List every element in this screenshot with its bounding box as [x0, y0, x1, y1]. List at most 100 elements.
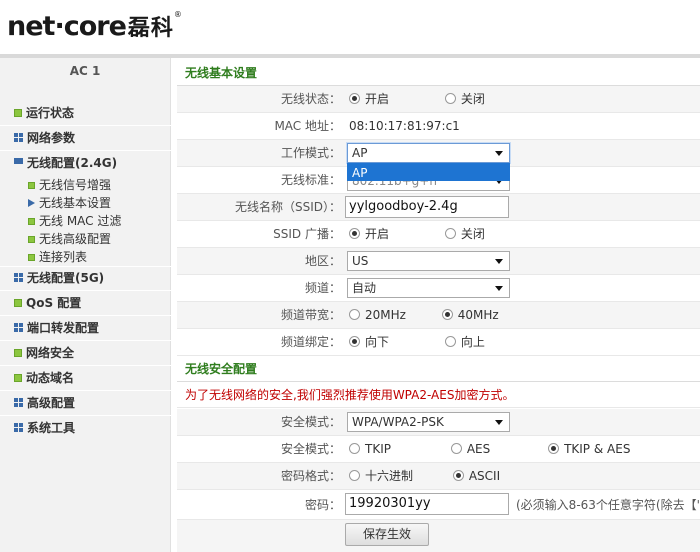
sidebar-item-label: 动态域名: [26, 371, 75, 385]
radio-aes[interactable]: AES: [450, 436, 491, 462]
subitem-label: 无线高级配置: [39, 232, 112, 246]
region-select[interactable]: US: [347, 251, 510, 271]
sidebar-subitem-mac-filter[interactable]: 无线 MAC 过滤: [28, 212, 121, 230]
password-hint: (必须输入8-63个任意字符(除去【'': [516, 498, 700, 512]
password-input[interactable]: 19920301yy: [345, 493, 509, 515]
radio-tkip[interactable]: TKIP: [349, 436, 391, 462]
security-mode-select[interactable]: WPA/WPA2-PSK: [347, 412, 510, 432]
channel-select[interactable]: 自动: [347, 278, 510, 298]
save-button[interactable]: 保存生效: [345, 523, 429, 546]
radio-broadcast-on[interactable]: 开启: [349, 221, 389, 247]
list-icon: [14, 161, 23, 164]
sidebar-item-advanced[interactable]: 高级配置: [0, 391, 171, 415]
option-label: AES: [466, 442, 491, 456]
row-wireless-status: 无线状态： 开启 关闭: [177, 86, 700, 113]
radio-broadcast-off[interactable]: 关闭: [444, 221, 485, 247]
work-mode-option-ap[interactable]: AP: [347, 163, 510, 181]
sidebar-item-wireless-24g[interactable]: 无线配置(2.4G): [0, 151, 171, 175]
option-label: 关闭: [460, 227, 485, 241]
work-mode-select[interactable]: AP: [347, 143, 510, 163]
grid-icon: [14, 133, 23, 142]
row-bandwidth: 频道带宽： 20MHz 40MHz: [177, 302, 700, 329]
radio-hex[interactable]: 十六进制: [349, 463, 413, 489]
sidebar-item-label: 运行状态: [26, 106, 75, 120]
value: 20MHz 40MHz: [349, 302, 499, 328]
label: 地区：: [304, 254, 341, 268]
chevron-down-icon: [495, 259, 503, 264]
sidebar-item-label: 网络参数: [27, 131, 76, 145]
sidebar-item-label: 高级配置: [27, 396, 76, 410]
sidebar-subitem-connections[interactable]: 连接列表: [28, 248, 87, 266]
radio-checked-icon: [349, 93, 360, 104]
row-cipher: 安全模式： TKIP AES TKIP & AES: [177, 436, 700, 463]
row-mac: MAC 地址： 08:10:17:81:97:c1: [177, 113, 700, 140]
sidebar-item-ddns[interactable]: 动态域名: [0, 366, 171, 390]
sidebar-item-tools[interactable]: 系统工具: [0, 416, 171, 440]
row-region: 地区： US: [177, 248, 700, 275]
label: 无线标准：: [280, 173, 341, 187]
sidebar-item-qos[interactable]: QoS 配置: [0, 291, 171, 315]
green-square-icon: [14, 349, 22, 357]
logo-cn-text: 磊科: [127, 16, 174, 41]
label: 频道绑定：: [280, 335, 341, 349]
radio-bind-down[interactable]: 向下: [349, 329, 389, 355]
mac-address: 08:10:17:81:97:c1: [349, 119, 460, 133]
label: 频道：: [304, 281, 341, 295]
sidebar-item-wireless-5g[interactable]: 无线配置(5G): [0, 266, 171, 290]
radio-checked-icon: [349, 336, 360, 347]
sidebar-item-network[interactable]: 网络参数: [0, 126, 171, 150]
radio-bw-40[interactable]: 40MHz: [441, 302, 499, 328]
sidebar-subitem-basic[interactable]: 无线基本设置: [28, 194, 111, 212]
header: net·core磊科®: [0, 0, 700, 54]
sidebar-subitem-advanced[interactable]: 无线高级配置: [28, 230, 111, 248]
row-security-mode: 安全模式： WPA/WPA2-PSK: [177, 409, 700, 436]
button-bar: 保存生效: [177, 520, 700, 552]
radio-tkip-aes[interactable]: TKIP & AES: [548, 436, 630, 462]
sidebar-item-status[interactable]: 运行状态: [0, 101, 171, 125]
radio-unchecked-icon: [444, 93, 456, 104]
row-password: 密码： 19920301yy (必须输入8-63个任意字符(除去【'': [177, 490, 700, 520]
radio-on[interactable]: 开启: [349, 86, 389, 112]
subitem-label: 连接列表: [39, 250, 88, 264]
logo-text: net·core: [7, 11, 127, 42]
label: 工作模式：: [280, 146, 341, 160]
sidebar-subitem-signal[interactable]: 无线信号增强: [28, 176, 111, 194]
option-label: 十六进制: [365, 469, 414, 483]
sidebar-item-label: 网络安全: [26, 346, 75, 360]
green-square-icon: [28, 218, 35, 225]
option-label: 20MHz: [365, 308, 406, 322]
value: 向下 向上: [349, 329, 485, 355]
option-label: TKIP & AES: [564, 442, 631, 456]
green-square-icon: [28, 254, 35, 261]
radio-unchecked-icon: [349, 470, 360, 481]
sidebar-item-security[interactable]: 网络安全: [0, 341, 171, 365]
chevron-down-icon: [495, 151, 503, 156]
sidebar-item-label: 无线配置(5G): [27, 271, 105, 285]
label: 安全模式：: [280, 415, 341, 429]
row-channel-bind: 频道绑定： 向下 向上: [177, 329, 700, 356]
subitem-label: 无线基本设置: [39, 196, 112, 210]
sidebar-item-label: QoS 配置: [26, 296, 82, 310]
grid-icon: [14, 398, 23, 407]
sidebar-item-port-forward[interactable]: 端口转发配置: [0, 316, 171, 340]
green-square-icon: [28, 182, 35, 189]
label: 密码格式：: [280, 469, 341, 483]
section-title-security: 无线安全配置: [177, 356, 700, 382]
radio-unchecked-icon: [444, 336, 456, 347]
sidebar: AC 1 运行状态 网络参数 无线配置(2.4G) 无线信号增强 无线基本设置 …: [0, 58, 171, 552]
radio-bind-up[interactable]: 向上: [444, 329, 485, 355]
radio-ascii[interactable]: ASCII: [452, 463, 500, 489]
label: SSID 广播：: [273, 227, 341, 241]
ssid-input[interactable]: yylgoodboy-2.4g: [345, 196, 509, 218]
option-label: TKIP: [365, 442, 391, 456]
arrow-right-icon: [28, 199, 35, 207]
section-title-basic: 无线基本设置: [177, 60, 700, 86]
option-label: 向上: [460, 335, 485, 349]
label: 密码：: [304, 498, 341, 512]
grid-icon: [14, 273, 23, 282]
option-label: 向下: [365, 335, 390, 349]
label: 无线名称（SSID）：: [234, 200, 341, 214]
row-channel: 频道： 自动: [177, 275, 700, 302]
radio-bw-20[interactable]: 20MHz: [349, 302, 406, 328]
radio-off[interactable]: 关闭: [444, 86, 485, 112]
